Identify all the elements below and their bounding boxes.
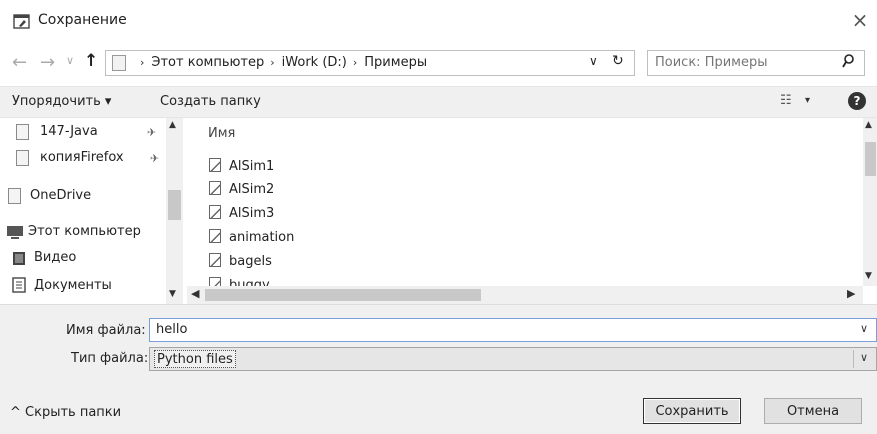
- folder-icon: [112, 55, 126, 71]
- file-list-scrollbar[interactable]: ▲ ▼: [863, 118, 877, 286]
- sidebar-item-label: OneDrive: [30, 188, 92, 203]
- file-name: AlSim2: [229, 182, 275, 197]
- scroll-down-icon[interactable]: ▼: [865, 271, 872, 281]
- breadcrumb-separator-icon: ›: [270, 56, 275, 69]
- scrollbar-thumb[interactable]: [205, 289, 481, 301]
- refresh-icon[interactable]: ↻: [612, 53, 624, 69]
- filetype-label: Тип файла:: [71, 351, 149, 366]
- navigation-pane: 147-Java ✈ копияFirefox ✈ OneDrive Этот …: [0, 118, 187, 304]
- window-title: Сохранение: [38, 12, 127, 28]
- sidebar-scrollbar[interactable]: ▲ ▼: [166, 118, 183, 304]
- address-dropdown-icon[interactable]: ∨: [589, 54, 598, 68]
- back-arrow-icon[interactable]: ←: [12, 52, 27, 73]
- file-name: animation: [229, 230, 295, 245]
- sidebar-item-this-pc[interactable]: Этот компьютер: [0, 222, 166, 244]
- toolbar: Упорядочить ▾ Создать папку ☷ ▾ ?: [0, 86, 877, 118]
- breadcrumb-item-this-pc[interactable]: Этот компьютер: [151, 55, 264, 70]
- scroll-right-icon[interactable]: ▶: [847, 287, 855, 300]
- python-file-icon: [209, 253, 221, 267]
- save-button[interactable]: Сохранить: [643, 398, 741, 424]
- file-name: bagels: [229, 254, 272, 269]
- scroll-up-icon[interactable]: ▲: [865, 120, 872, 130]
- forward-arrow-icon[interactable]: →: [40, 52, 55, 73]
- view-options-chevron-icon[interactable]: ▾: [805, 95, 810, 106]
- search-input[interactable]: [655, 55, 830, 70]
- file-name: buggy: [229, 278, 270, 286]
- documents-icon: [12, 277, 26, 293]
- save-form: Имя файла: ∨ Тип файла: Python files ∨ ^…: [0, 304, 877, 434]
- sidebar-item-documents[interactable]: Документы: [0, 274, 166, 296]
- computer-icon: [7, 226, 23, 239]
- filetype-selected-value: Python files: [154, 350, 236, 368]
- save-dialog-icon: [13, 14, 30, 29]
- up-folder-arrow-icon[interactable]: ↑: [84, 51, 98, 71]
- file-list: Имя AlSim1 AlSim2 AlSim3 animation bagel…: [187, 118, 863, 286]
- scroll-up-icon[interactable]: ▲: [169, 120, 176, 130]
- search-box[interactable]: [647, 50, 865, 76]
- file-icon: [16, 124, 29, 140]
- sidebar-item-label: Этот компьютер: [28, 224, 141, 239]
- list-item[interactable]: AlSim2: [209, 181, 274, 197]
- list-item[interactable]: bagels: [209, 253, 272, 269]
- file-icon: [16, 150, 29, 166]
- breadcrumb-item-folder[interactable]: Примеры: [364, 55, 427, 70]
- python-file-icon: [209, 229, 221, 243]
- scrollbar-thumb[interactable]: [865, 142, 876, 176]
- list-item[interactable]: AlSim1: [209, 158, 274, 174]
- search-icon[interactable]: [842, 54, 854, 72]
- sidebar-item-label: копияFirefox: [40, 150, 124, 165]
- filename-input[interactable]: [156, 322, 846, 337]
- breadcrumb-separator-icon: ›: [352, 56, 358, 69]
- organize-button[interactable]: Упорядочить ▾: [12, 94, 111, 109]
- sidebar-item-147-java[interactable]: 147-Java ✈: [0, 122, 166, 144]
- list-item[interactable]: AlSim3: [209, 205, 274, 221]
- column-header-name[interactable]: Имя: [208, 126, 235, 141]
- filename-field[interactable]: ∨: [149, 318, 877, 342]
- filename-history-chevron-icon[interactable]: ∨: [860, 322, 868, 335]
- title-bar: Сохранение ×: [0, 0, 877, 42]
- select-divider: [853, 350, 854, 368]
- scroll-left-icon[interactable]: ◀: [191, 287, 199, 300]
- sidebar-item-video[interactable]: Видео: [0, 248, 166, 270]
- scrollbar-thumb[interactable]: [168, 190, 181, 220]
- new-folder-button[interactable]: Создать папку: [160, 94, 261, 109]
- filename-label: Имя файла:: [66, 323, 146, 338]
- breadcrumb-separator-icon: ›: [140, 56, 145, 69]
- cancel-button[interactable]: Отмена: [764, 398, 862, 424]
- python-file-icon: [209, 158, 221, 172]
- sidebar-item-label: Документы: [34, 278, 112, 293]
- python-file-icon: [209, 277, 221, 286]
- pin-icon[interactable]: ✈: [150, 152, 159, 165]
- breadcrumb: › Этот компьютер › iWork (D:) › Примеры: [134, 55, 427, 70]
- sidebar-item-kopiya-firefox[interactable]: копияFirefox ✈: [0, 148, 166, 170]
- filetype-select[interactable]: Python files ∨: [149, 347, 877, 371]
- hide-folders-button[interactable]: ^ Скрыть папки: [10, 405, 121, 420]
- file-name: AlSim3: [229, 206, 275, 221]
- list-item[interactable]: animation: [209, 229, 294, 245]
- sidebar-item-label: 147-Java: [40, 124, 98, 139]
- sidebar-item-label: Видео: [34, 250, 77, 265]
- help-icon[interactable]: ?: [848, 92, 866, 110]
- list-item[interactable]: buggy: [209, 277, 270, 286]
- pin-icon[interactable]: ✈: [147, 126, 156, 139]
- breadcrumb-item-drive[interactable]: iWork (D:): [282, 55, 347, 70]
- sidebar-item-onedrive[interactable]: OneDrive: [0, 186, 166, 208]
- close-icon[interactable]: ×: [848, 9, 872, 33]
- recent-locations-chevron-icon[interactable]: ∨: [66, 54, 74, 67]
- address-bar[interactable]: › Этот компьютер › iWork (D:) › Примеры ∨ ↻: [105, 50, 635, 76]
- scroll-down-icon[interactable]: ▼: [169, 289, 176, 299]
- horizontal-scrollbar[interactable]: ◀ ▶: [187, 286, 863, 304]
- file-name: AlSim1: [229, 159, 275, 174]
- view-options-icon[interactable]: ☷: [780, 93, 792, 108]
- python-file-icon: [209, 181, 221, 195]
- filetype-chevron-icon[interactable]: ∨: [860, 351, 868, 364]
- video-icon: [13, 252, 25, 265]
- onedrive-icon: [8, 188, 21, 204]
- python-file-icon: [209, 205, 221, 219]
